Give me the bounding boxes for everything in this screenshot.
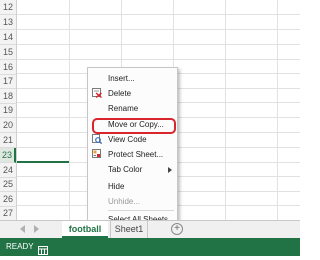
- status-bar: READY: [0, 238, 300, 256]
- row-number[interactable]: 15: [0, 45, 16, 60]
- sheet-tab-sheet1[interactable]: Sheet1: [110, 221, 148, 238]
- menu-item-label: Tab Color: [108, 165, 143, 174]
- gridline: [17, 44, 300, 45]
- row-number[interactable]: 17: [0, 74, 16, 89]
- sheet-tab-bar: football Sheet1 +: [0, 220, 300, 238]
- sheet-tab-football[interactable]: football: [62, 221, 108, 238]
- row-number[interactable]: 20: [0, 118, 16, 133]
- sheet-tab-context-menu: Insert... Delete Rename Move or Copy... …: [87, 67, 178, 229]
- menu-item-label: Rename: [108, 104, 139, 113]
- row-number[interactable]: 21: [0, 133, 16, 148]
- menu-item-view-code[interactable]: View Code: [88, 132, 177, 147]
- menu-item-label: Protect Sheet...: [108, 150, 164, 159]
- protect-sheet-icon: [92, 149, 102, 159]
- view-code-icon: [92, 134, 103, 145]
- row-number[interactable]: 19: [0, 103, 16, 118]
- menu-item-delete[interactable]: Delete: [88, 86, 177, 101]
- selected-cell[interactable]: [17, 148, 69, 163]
- row-number[interactable]: 18: [0, 89, 16, 104]
- row-number[interactable]: 24: [0, 163, 16, 178]
- row-number[interactable]: 13: [0, 15, 16, 30]
- menu-item-tab-color[interactable]: Tab Color: [88, 162, 177, 177]
- menu-item-protect-sheet[interactable]: Protect Sheet...: [88, 147, 177, 162]
- menu-item-label: Insert...: [108, 74, 135, 83]
- row-number[interactable]: 27: [0, 206, 16, 221]
- menu-item-insert[interactable]: Insert...: [88, 71, 177, 86]
- status-ready: READY: [6, 242, 34, 251]
- gridline: [17, 14, 300, 15]
- gridline: [225, 0, 226, 220]
- menu-item-rename[interactable]: Rename: [88, 101, 177, 116]
- row-number[interactable]: 25: [0, 177, 16, 192]
- delete-sheet-icon: [92, 88, 102, 99]
- row-header: 12 13 14 15 16 17 18 19 20 21 22 23 24 2…: [0, 0, 17, 221]
- menu-item-unhide: Unhide...: [88, 194, 177, 209]
- scroll-tabs-left-icon[interactable]: [20, 225, 25, 233]
- menu-item-label: Hide: [108, 182, 125, 191]
- menu-item-label: View Code: [108, 135, 147, 144]
- row-number[interactable]: 14: [0, 30, 16, 45]
- row-number-active[interactable]: 23: [0, 148, 16, 163]
- gridline: [17, 29, 300, 30]
- scroll-tabs-right-icon[interactable]: [34, 225, 39, 233]
- menu-separator: [108, 210, 174, 211]
- row-number[interactable]: 26: [0, 192, 16, 207]
- menu-item-label: Unhide...: [108, 197, 141, 206]
- gridline: [17, 59, 300, 60]
- add-sheet-icon[interactable]: +: [171, 223, 183, 235]
- row-number[interactable]: 16: [0, 60, 16, 75]
- submenu-arrow-icon: [168, 167, 172, 173]
- highlight-ring: [92, 118, 176, 134]
- record-macro-icon[interactable]: [38, 242, 48, 255]
- menu-item-label: Delete: [108, 89, 132, 98]
- menu-item-hide[interactable]: Hide: [88, 179, 177, 194]
- gridline: [69, 0, 70, 220]
- gridline: [277, 0, 278, 220]
- row-number[interactable]: 12: [0, 0, 16, 15]
